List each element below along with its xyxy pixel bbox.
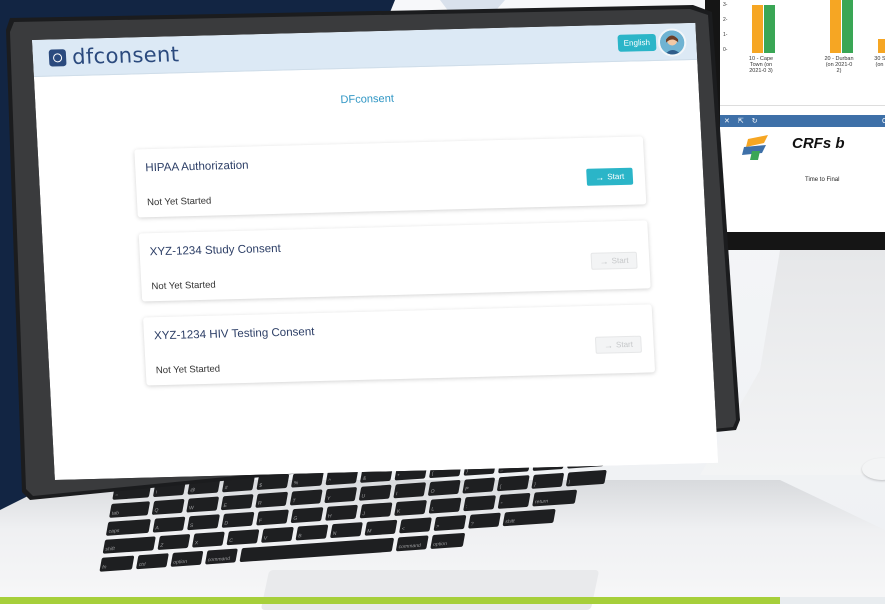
start-button-label: Start bbox=[611, 255, 629, 266]
chart-bar bbox=[878, 39, 885, 53]
keyboard-key: } bbox=[531, 472, 565, 489]
chart-bar bbox=[752, 5, 763, 53]
keyboard-key: fn bbox=[99, 555, 135, 572]
keyboard-key: K bbox=[394, 499, 428, 517]
keyboard-key: E bbox=[220, 494, 254, 511]
keyboard-key: H bbox=[325, 504, 359, 521]
keyboard-key: < bbox=[398, 517, 432, 534]
keyboard-key: P bbox=[462, 477, 496, 494]
card-status: Not Yet Started bbox=[151, 279, 217, 293]
keyboard-key: C bbox=[226, 529, 260, 546]
keyboard-key: F bbox=[256, 509, 289, 526]
chart-bar bbox=[764, 5, 775, 53]
card-title: HIPAA Authorization bbox=[145, 159, 249, 175]
keyboard-key: caps bbox=[105, 518, 151, 536]
bottom-accent-bar bbox=[0, 597, 780, 604]
keyboard-key: Y bbox=[324, 487, 358, 504]
keyboard-key: U bbox=[358, 484, 392, 501]
keyboard-key: ctrl bbox=[135, 553, 169, 570]
start-button-label: Start bbox=[607, 171, 625, 182]
keyboard-key: L bbox=[428, 497, 462, 514]
start-button-label: Start bbox=[615, 339, 634, 350]
language-button[interactable]: English bbox=[617, 34, 656, 52]
start-button[interactable]: → Start bbox=[586, 168, 633, 186]
user-avatar-icon bbox=[659, 30, 684, 55]
keyboard-key: : bbox=[463, 495, 497, 512]
keyboard-key: tab bbox=[109, 501, 151, 518]
keyboard-key: T bbox=[289, 489, 323, 506]
chart-y-tick: 3- bbox=[723, 2, 728, 8]
keyboard-key: V bbox=[260, 526, 294, 543]
crf-report-title: CRFs b bbox=[792, 135, 845, 152]
chart-bar bbox=[842, 0, 853, 53]
crf-logo-icon bbox=[742, 135, 768, 160]
brand-logo[interactable]: dfconsent bbox=[48, 42, 179, 69]
chart-x-label: 30 Sowe (on 2( 2 bbox=[874, 56, 885, 68]
keyboard-key: Q bbox=[151, 498, 185, 515]
keyboard-key: " bbox=[497, 492, 531, 509]
refresh-icon[interactable]: ↻ bbox=[752, 117, 758, 125]
arrow-right-icon: → bbox=[594, 171, 605, 183]
keyboard-key: command bbox=[395, 535, 429, 552]
monitor-screen: 3- 2- 1- 0- 10 - Cape Town (on 2021-0 3)… bbox=[720, 0, 885, 232]
start-button[interactable]: → Start bbox=[595, 336, 642, 354]
card-title: XYZ-1234 HIV Testing Consent bbox=[153, 326, 315, 343]
keyboard-key: R bbox=[255, 491, 289, 508]
monitor-chart-window: 3- 2- 1- 0- 10 - Cape Town (on 2021-0 3)… bbox=[720, 0, 885, 106]
monitor-report-window: ✕ ⇱ ↻ C CRFs b Time to Final bbox=[720, 115, 885, 232]
keyboard-key: N bbox=[329, 522, 363, 539]
keyboard-key: W bbox=[186, 496, 220, 513]
consent-card-study: XYZ-1234 Study Consent Not Yet Started →… bbox=[139, 220, 651, 301]
expand-icon[interactable]: ⇱ bbox=[738, 117, 744, 125]
user-avatar[interactable] bbox=[657, 28, 687, 57]
keyboard-key: | bbox=[565, 469, 607, 487]
keyboard-key: Z bbox=[157, 533, 191, 551]
chart-x-label: 10 - Cape Town (on 2021-0 3) bbox=[748, 56, 774, 74]
keyboard-key: % bbox=[290, 471, 324, 488]
keyboard-key: > bbox=[433, 514, 467, 532]
keyboard-key: option bbox=[170, 550, 204, 567]
consent-check-icon bbox=[49, 49, 67, 66]
keyboard-key: M bbox=[364, 519, 398, 536]
keyboard-key: command bbox=[204, 548, 238, 565]
keyboard-key: shift bbox=[102, 536, 156, 554]
page-title: DFconsent bbox=[340, 92, 395, 107]
keyboard-key: S bbox=[187, 514, 220, 531]
card-status: Not Yet Started bbox=[146, 195, 212, 209]
chart-y-tick: 2- bbox=[723, 17, 728, 23]
laptop-screen: dfconsent English DFconsent HIPAA Author… bbox=[32, 23, 718, 480]
keyboard-key: J bbox=[359, 502, 393, 519]
chart-y-tick: 1- bbox=[723, 32, 728, 38]
keyboard-key: ? bbox=[467, 512, 501, 529]
crf-report-subtitle: Time to Final bbox=[805, 177, 840, 183]
brand-name: dfconsent bbox=[71, 42, 180, 69]
keyboard-key: return bbox=[532, 489, 578, 507]
keyboard-key: B bbox=[295, 524, 329, 541]
consent-card-hiv: XYZ-1234 HIV Testing Consent Not Yet Sta… bbox=[143, 304, 655, 385]
laptop-trackpad bbox=[260, 570, 600, 610]
arrow-right-icon: → bbox=[599, 255, 609, 267]
keyboard-key: I bbox=[393, 482, 427, 499]
keyboard-key: option bbox=[430, 532, 466, 550]
report-window-titlebar: ✕ ⇱ ↻ C bbox=[720, 115, 885, 127]
keyboard-key: shift bbox=[502, 508, 556, 527]
bottom-accent-bar-right bbox=[780, 597, 885, 604]
keyboard-key: O bbox=[427, 479, 461, 496]
keyboard-key: G bbox=[290, 507, 324, 524]
start-button[interactable]: → Start bbox=[591, 252, 638, 270]
card-title: XYZ-1234 Study Consent bbox=[149, 242, 282, 259]
arrow-right-icon: → bbox=[603, 339, 614, 351]
chart-bar bbox=[830, 0, 841, 53]
keyboard-key: { bbox=[496, 475, 530, 492]
keyboard-key: X bbox=[191, 531, 225, 548]
card-status: Not Yet Started bbox=[155, 363, 221, 377]
chart-y-tick: 0- bbox=[723, 47, 728, 53]
keyboard-key: D bbox=[221, 511, 255, 528]
keyboard-key: A bbox=[152, 516, 186, 533]
chart-x-label: 20 - Durban (on 2021-0 2) bbox=[824, 56, 854, 74]
close-icon[interactable]: ✕ bbox=[724, 117, 730, 125]
consent-card-hipaa: HIPAA Authorization Not Yet Started → St… bbox=[134, 136, 646, 217]
